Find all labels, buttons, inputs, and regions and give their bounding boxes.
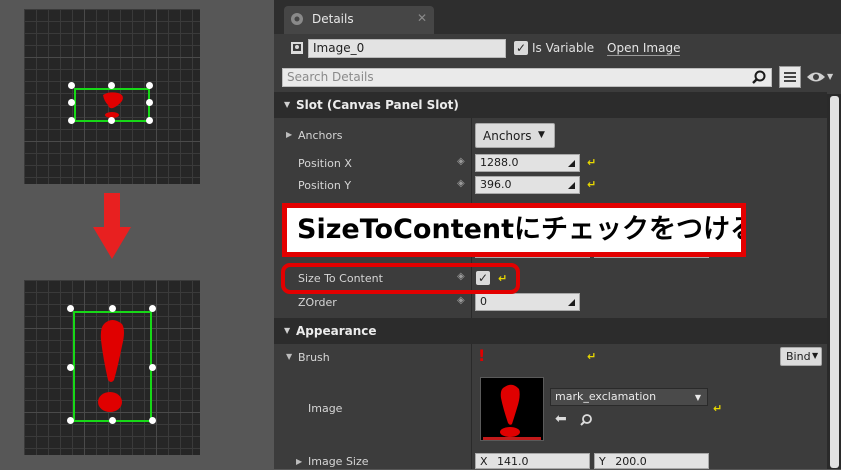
resize-handle[interactable]	[67, 305, 74, 312]
dropdown-arrow-icon: ▼	[538, 130, 545, 140]
image-size-y-value: 200.0	[615, 455, 647, 468]
anchors-dropdown-label: Anchors	[483, 129, 532, 143]
appearance-section-header[interactable]: ▼ Appearance	[274, 318, 827, 344]
position-x-input[interactable]: 1288.0	[475, 154, 580, 172]
details-tab-icon	[291, 13, 303, 25]
image-thumbnail[interactable]	[480, 377, 544, 441]
resize-handle[interactable]	[149, 417, 156, 424]
tab-bar: Details ✕	[274, 0, 841, 34]
position-y-input[interactable]: 396.0	[475, 176, 580, 194]
grid-view-icon[interactable]	[779, 66, 801, 88]
down-arrow-icon	[93, 193, 131, 259]
tab-details[interactable]: Details ✕	[284, 6, 434, 34]
browse-magnifier-icon[interactable]	[580, 413, 594, 427]
annotation-callout: SizeToContentにチェックをつける	[282, 203, 746, 257]
size-to-content-highlight	[281, 263, 520, 294]
reset-to-default-icon[interactable]: ↵	[587, 178, 596, 191]
bind-button-label: Bind	[786, 350, 811, 363]
resize-handle[interactable]	[67, 364, 74, 371]
slot-section-title: Slot (Canvas Panel Slot)	[296, 98, 459, 112]
image-size-y-label: Y	[599, 455, 606, 468]
drag-handle-icon	[568, 299, 575, 306]
dropdown-arrow-icon: ▼	[812, 351, 819, 360]
exclamation-mark-thumbnail-icon	[483, 384, 541, 440]
resize-handle[interactable]	[108, 117, 115, 124]
keyframe-icon[interactable]: ◈	[457, 178, 465, 189]
tab-details-label: Details	[312, 12, 354, 26]
image-label: Image	[308, 402, 343, 415]
image-size-x-input[interactable]: X 141.0	[475, 453, 590, 469]
expanded-arrow-icon: ▼	[284, 326, 291, 335]
resize-handle[interactable]	[146, 117, 153, 124]
image-asset-name: mark_exclamation	[555, 390, 657, 403]
expanded-arrow-icon[interactable]: ▼	[286, 352, 292, 361]
widget-icon	[291, 42, 303, 54]
is-variable-label: Is Variable	[532, 41, 595, 55]
position-x-value: 1288.0	[480, 156, 519, 169]
brush-label: Brush	[298, 351, 330, 364]
image-size-y-input[interactable]: Y 200.0	[594, 453, 709, 469]
resize-handle[interactable]	[149, 364, 156, 371]
collapsed-arrow-icon[interactable]: ▶	[286, 130, 292, 139]
zorder-input[interactable]: 0	[475, 293, 580, 311]
resize-handle[interactable]	[68, 117, 75, 124]
preview-canvas-before	[24, 9, 200, 184]
search-placeholder: Search Details	[287, 70, 374, 84]
resize-handle[interactable]	[149, 305, 156, 312]
image-size-x-label: X	[480, 455, 488, 468]
dropdown-arrow-icon: ▼	[694, 393, 701, 402]
zorder-value: 0	[480, 295, 487, 308]
appearance-section-title: Appearance	[296, 324, 377, 338]
position-y-value: 396.0	[480, 178, 512, 191]
anchors-label: Anchors	[298, 129, 343, 142]
resize-handle[interactable]	[109, 417, 116, 424]
image-size-x-value: 141.0	[497, 455, 529, 468]
resize-handle[interactable]	[146, 99, 153, 106]
keyframe-icon[interactable]: ◈	[457, 295, 465, 306]
is-variable-checkbox[interactable]: ✓	[514, 41, 528, 55]
open-image-link[interactable]: Open Image	[607, 41, 681, 56]
widget-name-input[interactable]: Image_0	[308, 39, 506, 58]
column-divider	[471, 344, 472, 469]
image-size-label: Image Size	[308, 455, 369, 468]
expanded-arrow-icon: ▼	[284, 100, 291, 109]
exclamation-mark-small-icon	[103, 92, 123, 118]
position-x-label: Position X	[298, 157, 352, 170]
magnifier-icon[interactable]	[751, 69, 767, 85]
zorder-label: ZOrder	[298, 296, 337, 309]
reset-to-default-icon[interactable]: ↵	[587, 156, 596, 169]
scrollbar-thumb[interactable]	[830, 96, 839, 468]
drag-handle-icon	[568, 160, 575, 167]
resize-handle[interactable]	[109, 305, 116, 312]
anchors-dropdown[interactable]: Anchors ▼	[475, 123, 555, 148]
resize-handle[interactable]	[68, 99, 75, 106]
eye-icon[interactable]	[806, 71, 826, 83]
resize-handle[interactable]	[67, 417, 74, 424]
keyframe-icon[interactable]: ◈	[457, 156, 465, 167]
brush-preview-icon: !	[478, 346, 486, 365]
bind-button[interactable]: Bind ▼	[780, 347, 822, 366]
preview-canvas-after	[24, 280, 200, 455]
resize-handle[interactable]	[146, 82, 153, 89]
resize-handle[interactable]	[68, 82, 75, 89]
use-selected-arrow-icon[interactable]: ⬅	[555, 411, 567, 427]
drag-handle-icon	[568, 182, 575, 189]
reset-to-default-icon[interactable]: ↵	[713, 402, 722, 415]
search-input[interactable]: Search Details	[282, 68, 772, 87]
slot-section-header[interactable]: ▼ Slot (Canvas Panel Slot)	[274, 92, 827, 118]
image-asset-picker[interactable]: mark_exclamation ▼	[550, 388, 708, 406]
resize-handle[interactable]	[108, 82, 115, 89]
exclamation-mark-large-icon	[98, 320, 124, 412]
close-icon[interactable]: ✕	[417, 11, 427, 25]
collapsed-arrow-icon[interactable]: ▶	[296, 457, 302, 466]
chevron-down-icon[interactable]: ▼	[827, 72, 833, 81]
position-y-label: Position Y	[298, 179, 352, 192]
reset-to-default-icon[interactable]: ↵	[587, 350, 596, 363]
